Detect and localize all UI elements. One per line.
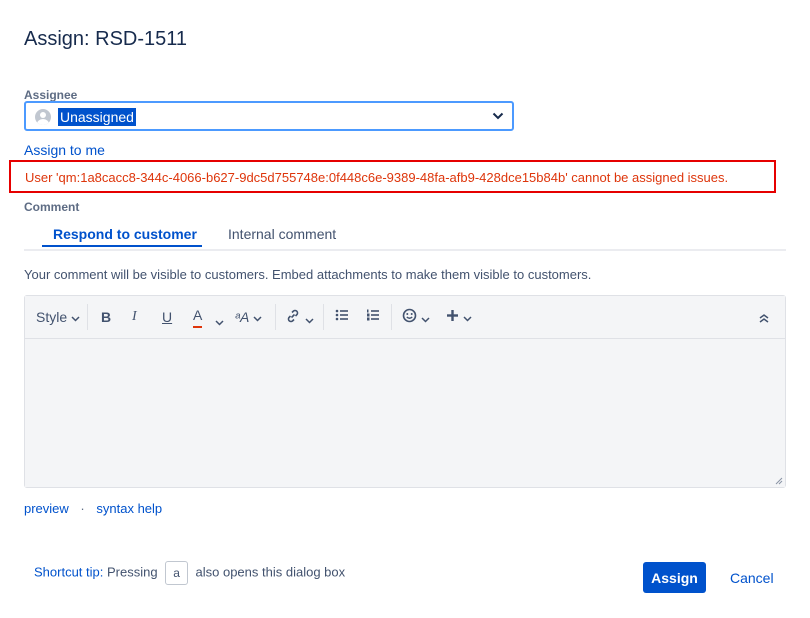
shortcut-suffix-text: also opens this dialog box <box>195 564 346 580</box>
insert-more-button[interactable] <box>446 308 472 326</box>
text-color-button[interactable]: A <box>193 308 203 328</box>
shortcut-tip: Shortcut tip: Pressing a also opens this… <box>34 561 345 585</box>
assignee-select[interactable]: Unassigned <box>24 101 514 131</box>
error-message: User 'qm:1a8cacc8-344c-4066-b627-9dc5d75… <box>25 170 729 185</box>
numbered-list-button[interactable] <box>366 308 380 326</box>
error-message-box: User 'qm:1a8cacc8-344c-4066-b627-9dc5d75… <box>9 160 776 193</box>
assignee-label: Assignee <box>24 88 78 102</box>
shortcut-key: a <box>165 561 188 585</box>
tab-internal-comment[interactable]: Internal comment <box>228 226 336 242</box>
bullet-list-button[interactable] <box>335 308 349 326</box>
link-button[interactable] <box>285 308 314 326</box>
chevron-down-icon <box>305 318 314 324</box>
chevron-down-icon <box>421 317 430 323</box>
italic-button[interactable]: I <box>132 308 137 326</box>
chevron-down-icon <box>253 316 262 322</box>
editor-footer-links: preview · syntax help <box>24 501 162 516</box>
chevron-down-icon <box>492 112 504 120</box>
assign-button[interactable]: Assign <box>643 562 706 593</box>
toolbar-divider <box>391 304 392 330</box>
emoji-icon <box>402 308 417 323</box>
bullet-list-icon <box>335 309 348 321</box>
comment-tabs: Respond to customer Internal comment <box>24 222 786 251</box>
bold-button[interactable]: B <box>101 308 111 326</box>
toolbar-divider <box>87 304 88 330</box>
toolbar-divider <box>275 304 276 330</box>
plus-icon <box>447 310 458 321</box>
visibility-note: Your comment will be visible to customer… <box>24 267 592 282</box>
tab-respond-to-customer[interactable]: Respond to customer <box>53 226 197 242</box>
more-formatting-label: ᵃA <box>235 309 249 325</box>
preview-link[interactable]: preview <box>24 501 69 516</box>
collapse-toolbar-button[interactable] <box>758 310 770 328</box>
active-tab-indicator <box>42 245 202 247</box>
assign-to-me-link[interactable]: Assign to me <box>24 142 105 158</box>
numbered-list-icon <box>367 309 379 321</box>
dialog-title: Assign: RSD-1511 <box>24 28 188 50</box>
unassigned-avatar-icon <box>35 109 51 125</box>
link-separator: · <box>80 501 85 516</box>
editor-toolbar: Style B I U A ᵃA <box>25 296 785 339</box>
style-dropdown[interactable]: Style <box>36 308 80 326</box>
cancel-button[interactable]: Cancel <box>730 570 774 586</box>
chevron-down-icon[interactable] <box>215 314 224 332</box>
style-dropdown-label: Style <box>36 309 68 325</box>
underline-button[interactable]: U <box>162 308 172 326</box>
more-formatting-button[interactable]: ᵃA <box>235 308 262 326</box>
toolbar-divider <box>323 304 324 330</box>
emoji-button[interactable] <box>402 308 430 326</box>
resize-handle-icon[interactable] <box>775 477 783 485</box>
comment-editor: Style B I U A ᵃA <box>24 295 786 488</box>
assignee-selected-value: Unassigned <box>58 108 136 126</box>
comment-label: Comment <box>24 200 80 214</box>
chevron-down-icon <box>71 316 80 322</box>
comment-textarea[interactable] <box>25 339 785 487</box>
syntax-help-link[interactable]: syntax help <box>96 501 162 516</box>
shortcut-pressing-text: Pressing <box>107 564 158 580</box>
double-chevron-up-icon <box>759 314 769 323</box>
chevron-down-icon <box>463 316 472 322</box>
link-icon <box>287 309 299 323</box>
shortcut-tip-label[interactable]: Shortcut tip: <box>34 564 103 579</box>
